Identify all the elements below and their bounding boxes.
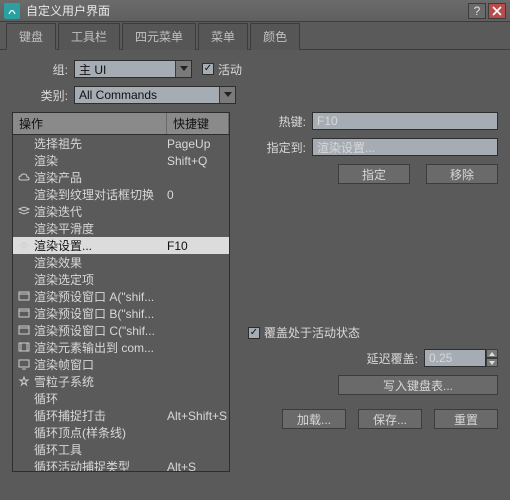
hotkey-label: 热键: (248, 113, 306, 130)
assigned-input[interactable]: 渲染设置... (312, 138, 498, 156)
list-item[interactable]: 循环工具 (13, 441, 229, 458)
list-item[interactable]: 渲染选定项 (13, 271, 229, 288)
app-icon (4, 3, 20, 19)
blank-icon (17, 223, 31, 235)
list-item[interactable]: 渲染设置...F10 (13, 237, 229, 254)
tab-4[interactable]: 颜色 (250, 23, 300, 50)
list-item[interactable]: 渲染预设窗口 C("shif... (13, 322, 229, 339)
list-item[interactable]: 渲染预设窗口 B("shif... (13, 305, 229, 322)
action-list[interactable]: 操作 快捷键 选择祖先PageUp渲染Shift+Q渲染产品渲染到纹理对话框切换… (12, 112, 230, 472)
help-button[interactable]: ? (468, 3, 486, 19)
list-item[interactable]: 渲染Shift+Q (13, 152, 229, 169)
save-button[interactable]: 保存... (358, 409, 422, 429)
active-checkbox[interactable]: ✓ (202, 63, 214, 75)
layers-icon (17, 206, 31, 218)
list-item[interactable]: 选择祖先PageUp (13, 135, 229, 152)
tab-2[interactable]: 四元菜单 (122, 23, 196, 50)
spinner-down[interactable] (486, 358, 498, 367)
list-item[interactable]: 渲染到纹理对话框切换0 (13, 186, 229, 203)
remove-button[interactable]: 移除 (426, 164, 498, 184)
list-item[interactable]: 雪粒子系统 (13, 373, 229, 390)
list-item[interactable]: 循环捕捉打击Alt+Shift+S (13, 407, 229, 424)
list-item[interactable]: 渲染效果 (13, 254, 229, 271)
blank-icon (17, 427, 31, 439)
chevron-down-icon (175, 61, 191, 77)
list-item[interactable]: 渲染迭代 (13, 203, 229, 220)
window-title: 自定义用户界面 (26, 2, 466, 19)
film-icon (17, 342, 31, 354)
list-item[interactable]: 循环活动捕捉类型Alt+S (13, 458, 229, 472)
list-item[interactable]: 循环顶点(样条线) (13, 424, 229, 441)
list-item[interactable]: 循环 (13, 390, 229, 407)
blank-icon (17, 393, 31, 405)
write-keyboard-button[interactable]: 写入键盘表... (338, 375, 498, 395)
window-icon (17, 325, 31, 337)
group-label: 组: (20, 61, 68, 78)
list-item[interactable]: 渲染预设窗口 A("shif... (13, 288, 229, 305)
assign-button[interactable]: 指定 (338, 164, 410, 184)
blank-icon (17, 410, 31, 422)
group-combo[interactable]: 主 UI (74, 60, 192, 78)
titlebar: 自定义用户界面 ? (0, 0, 510, 22)
tab-1[interactable]: 工具栏 (58, 23, 120, 50)
active-checkbox-label: 活动 (218, 61, 242, 78)
override-checkbox-label: 覆盖处于活动状态 (264, 324, 360, 341)
tab-0[interactable]: 键盘 (6, 23, 56, 50)
reset-button[interactable]: 重置 (434, 409, 498, 429)
hotkey-input[interactable]: F10 (312, 112, 498, 130)
list-item[interactable]: 渲染产品 (13, 169, 229, 186)
chevron-down-icon (219, 87, 235, 103)
blank-icon (17, 189, 31, 201)
list-item[interactable]: 渲染平滑度 (13, 220, 229, 237)
cloud-icon (17, 172, 31, 184)
blank-icon (17, 274, 31, 286)
spinner-up[interactable] (486, 349, 498, 358)
close-button[interactable] (488, 3, 506, 19)
override-checkbox[interactable]: ✓ (248, 327, 260, 339)
star-icon (17, 376, 31, 388)
window-icon (17, 291, 31, 303)
tab-bar: 键盘工具栏四元菜单菜单颜色 (0, 22, 510, 50)
list-item[interactable]: 渲染元素输出到 com... (13, 339, 229, 356)
gear-icon (17, 240, 31, 252)
blank-icon (17, 257, 31, 269)
delay-label: 延迟覆盖: (367, 350, 418, 367)
blank-icon (17, 155, 31, 167)
assigned-label: 指定到: (248, 139, 306, 156)
blank-icon (17, 444, 31, 456)
category-label: 类别: (20, 87, 68, 104)
monitor-icon (17, 359, 31, 371)
window-icon (17, 308, 31, 320)
load-button[interactable]: 加载... (282, 409, 346, 429)
list-item[interactable]: 渲染帧窗口 (13, 356, 229, 373)
category-combo[interactable]: All Commands (74, 86, 236, 104)
blank-icon (17, 461, 31, 473)
tab-3[interactable]: 菜单 (198, 23, 248, 50)
delay-spinner[interactable]: 0.25 (424, 349, 486, 367)
blank-icon (17, 138, 31, 150)
list-header: 操作 快捷键 (13, 113, 229, 135)
